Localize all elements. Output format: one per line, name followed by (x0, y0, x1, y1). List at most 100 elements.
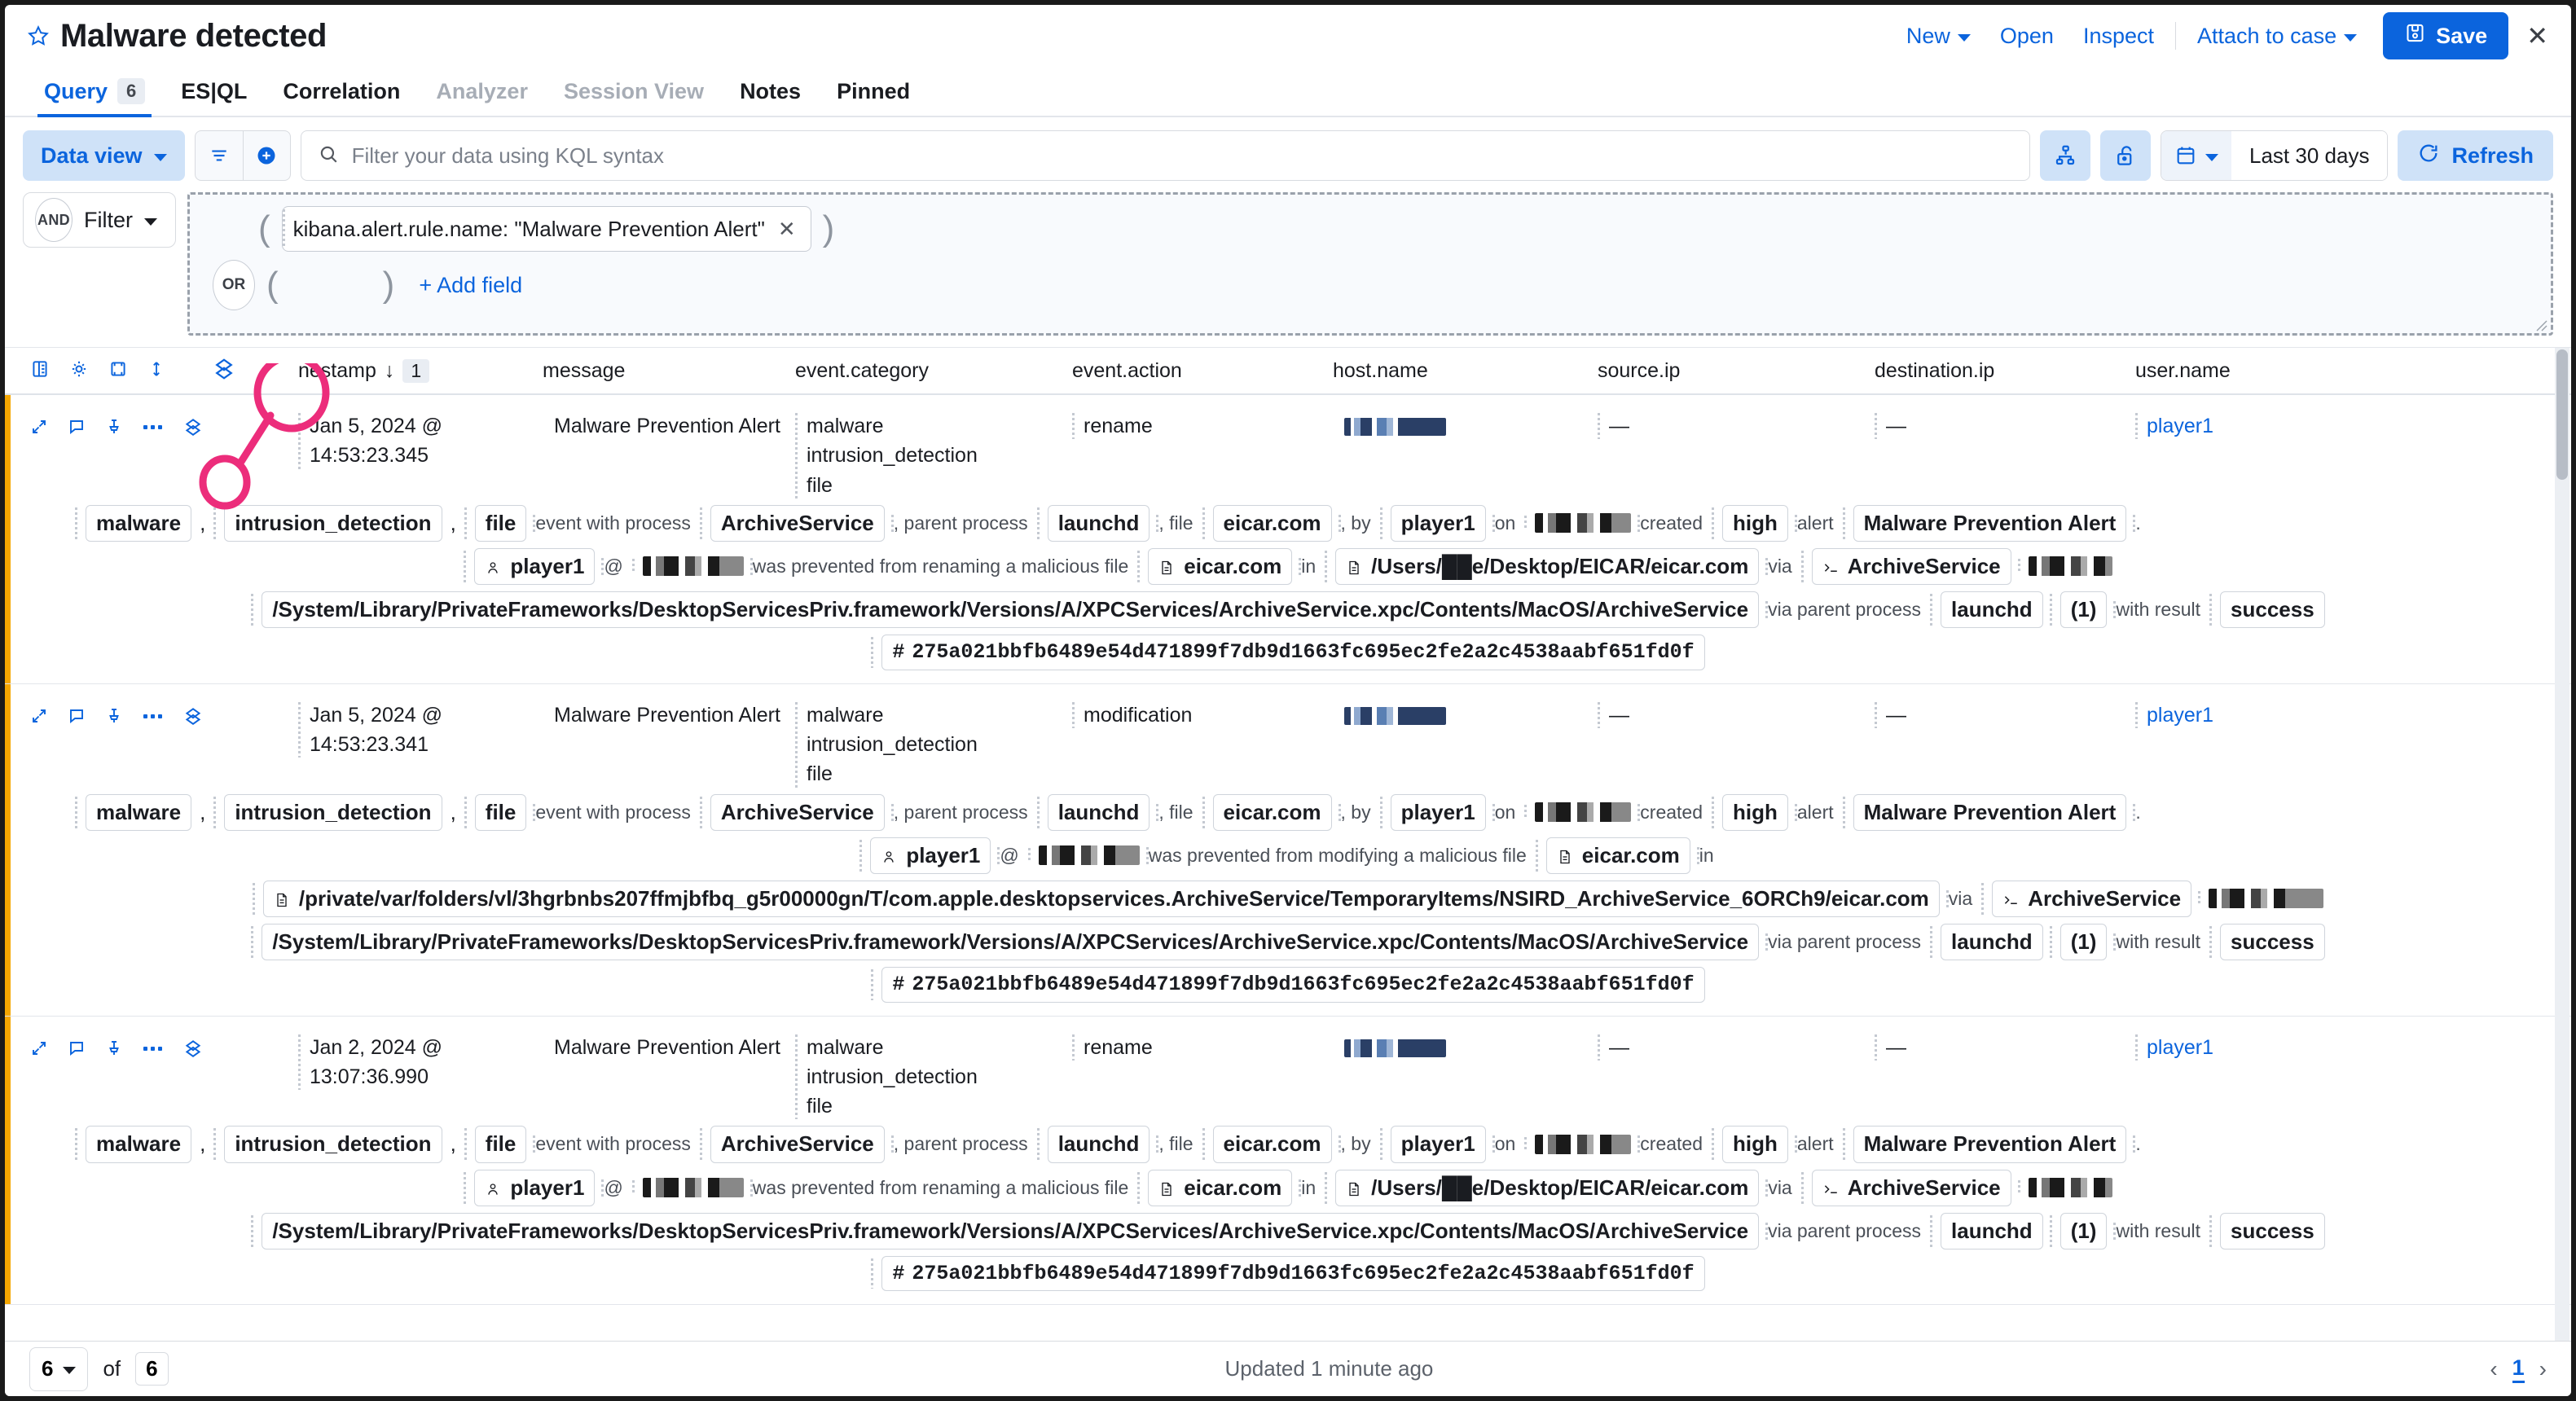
value-chip[interactable]: success (2220, 1212, 2325, 1249)
value-chip[interactable]: file (474, 1126, 527, 1163)
value-chip[interactable]: success (2220, 591, 2325, 629)
file-hash-chip[interactable]: # 275a021bbfb6489e54d471899f7db9d1663fc6… (881, 966, 1705, 1003)
value-chip[interactable]: ArchiveService (710, 504, 885, 542)
value-chip[interactable]: launchd (1941, 591, 2043, 629)
value-chip[interactable]: Malware Prevention Alert (1853, 1126, 2127, 1163)
pin-icon[interactable] (104, 1039, 124, 1062)
value-chip[interactable]: Malware Prevention Alert (1853, 793, 2127, 831)
new-button[interactable]: New (1892, 19, 1985, 54)
expand-icon[interactable] (29, 706, 49, 730)
file-hash-chip[interactable]: # 275a021bbfb6489e54d471899f7db9d1663fc6… (881, 635, 1705, 670)
cell-timestamp[interactable]: Jan 5, 2024 @ 14:53:23.345 (298, 411, 543, 471)
filter-group-dropzone[interactable]: ( kibana.alert.rule.name: "Malware Preve… (187, 192, 2553, 336)
value-chip[interactable]: launchd (1047, 793, 1150, 831)
value-chip[interactable]: /System/Library/PrivateFrameworks/Deskto… (262, 1212, 1760, 1249)
chevron-left-icon[interactable]: ‹ (2490, 1356, 2497, 1382)
calendar-icon[interactable] (2161, 131, 2232, 180)
value-chip[interactable]: eicar.com (1148, 547, 1293, 585)
column-header-message[interactable]: message (543, 359, 795, 383)
value-chip[interactable]: malware (86, 1126, 192, 1163)
details-icon[interactable] (182, 705, 204, 731)
value-chip[interactable]: (1) (2059, 1212, 2108, 1249)
inspect-button[interactable]: Inspect (2068, 19, 2169, 54)
tab-pinned[interactable]: Pinned (819, 67, 928, 116)
value-chip[interactable]: (1) (2059, 591, 2108, 629)
data-view-selector[interactable]: Data view (23, 130, 185, 181)
value-chip[interactable]: player1 (474, 547, 596, 585)
value-chip[interactable]: ArchiveService (1992, 880, 2192, 917)
cell-event-action[interactable]: rename (1072, 1033, 1333, 1062)
close-icon[interactable]: ✕ (2526, 23, 2548, 49)
column-header-user-name[interactable]: user.name (2135, 359, 2380, 383)
column-header-timestamp[interactable]: nestamp ↓ 1 (298, 358, 543, 383)
value-chip[interactable]: malware (86, 793, 192, 831)
expand-details-icon[interactable] (212, 357, 236, 385)
sort-icon[interactable] (147, 358, 166, 384)
value-chip[interactable]: Malware Prevention Alert (1853, 504, 2127, 542)
expand-icon[interactable] (29, 1039, 49, 1062)
tab-correlation[interactable]: Correlation (265, 67, 418, 116)
value-chip[interactable]: player1 (1390, 1126, 1486, 1163)
tab-query[interactable]: Query 6 (26, 67, 163, 117)
cell-user-name[interactable]: player1 (2135, 411, 2380, 441)
cell-timestamp[interactable]: Jan 5, 2024 @ 14:53:23.341 (298, 700, 543, 760)
value-chip[interactable]: eicar.com (1545, 837, 1690, 874)
value-chip[interactable]: player1 (1390, 504, 1486, 542)
expand-icon[interactable] (29, 417, 49, 441)
cell-timestamp[interactable]: Jan 2, 2024 @ 13:07:36.990 (298, 1033, 543, 1092)
value-chip[interactable]: ArchiveService (710, 793, 885, 831)
value-chip[interactable]: /System/Library/PrivateFrameworks/Deskto… (262, 923, 1760, 960)
filter-chip-rule-name[interactable]: kibana.alert.rule.name: "Malware Prevent… (281, 206, 811, 252)
time-picker[interactable]: Last 30 days (2161, 130, 2389, 181)
column-header-destination-ip[interactable]: destination.ip (1875, 359, 2135, 383)
save-button[interactable]: Save (2383, 12, 2509, 59)
unlock-icon[interactable] (2100, 130, 2152, 181)
vertical-scrollbar[interactable] (2555, 348, 2569, 1341)
cell-event-category[interactable]: malware intrusion_detection file (795, 700, 1072, 789)
close-icon[interactable]: ✕ (778, 217, 796, 242)
star-icon[interactable] (26, 24, 51, 48)
cell-host-name[interactable] (1333, 1033, 1598, 1062)
open-button[interactable]: Open (1985, 19, 2068, 54)
value-chip[interactable]: eicar.com (1148, 1169, 1293, 1206)
tab-esql[interactable]: ES|QL (163, 67, 265, 116)
fullscreen-icon[interactable] (108, 358, 129, 384)
cell-destination-ip[interactable]: — (1875, 700, 2135, 730)
cell-event-action[interactable]: modification (1072, 700, 1333, 730)
tab-analyzer[interactable]: Analyzer (418, 67, 546, 116)
time-range-value[interactable]: Last 30 days (2231, 131, 2388, 180)
saved-query-icon[interactable] (2040, 130, 2091, 181)
table-row[interactable]: Jan 5, 2024 @ 14:53:23.341 Malware Preve… (5, 683, 2571, 1017)
tab-session-view[interactable]: Session View (546, 67, 722, 116)
value-chip[interactable]: eicar.com (1212, 793, 1332, 831)
value-chip[interactable]: /Users/██e/Desktop/EICAR/eicar.com (1335, 1169, 1760, 1206)
comment-icon[interactable] (67, 1039, 86, 1062)
cell-user-name[interactable]: player1 (2135, 1033, 2380, 1062)
cell-user-name[interactable]: player1 (2135, 700, 2380, 730)
column-header-host-name[interactable]: host.name (1333, 359, 1598, 383)
search-input[interactable]: Filter your data using KQL syntax (300, 130, 2031, 181)
add-field-button[interactable]: + Add field (419, 273, 522, 298)
value-chip[interactable]: intrusion_detection (224, 793, 442, 831)
details-icon[interactable] (182, 1038, 204, 1063)
value-chip[interactable]: intrusion_detection (224, 504, 442, 542)
cell-source-ip[interactable]: — (1598, 411, 1875, 441)
rows-per-page-selector[interactable]: 6 (29, 1346, 89, 1391)
add-circle-icon[interactable] (242, 131, 290, 180)
value-chip[interactable]: file (474, 504, 527, 542)
more-actions-icon[interactable] (142, 1039, 165, 1062)
refresh-button[interactable]: Refresh (2398, 130, 2553, 181)
filter-lines-icon[interactable] (196, 131, 243, 180)
value-chip[interactable]: intrusion_detection (224, 1126, 442, 1163)
value-chip[interactable]: high (1722, 504, 1788, 542)
value-chip[interactable]: high (1722, 1126, 1788, 1163)
column-header-source-ip[interactable]: source.ip (1598, 359, 1875, 383)
filter-builder-toggle[interactable]: AND Filter (23, 192, 176, 248)
value-chip[interactable]: player1 (1390, 793, 1486, 831)
value-chip[interactable]: eicar.com (1212, 1126, 1332, 1163)
value-chip[interactable]: file (474, 793, 527, 831)
gear-icon[interactable] (68, 358, 90, 384)
page-number-1[interactable]: 1 (2512, 1355, 2525, 1383)
value-chip[interactable]: player1 (870, 837, 991, 874)
cell-host-name[interactable] (1333, 700, 1598, 730)
